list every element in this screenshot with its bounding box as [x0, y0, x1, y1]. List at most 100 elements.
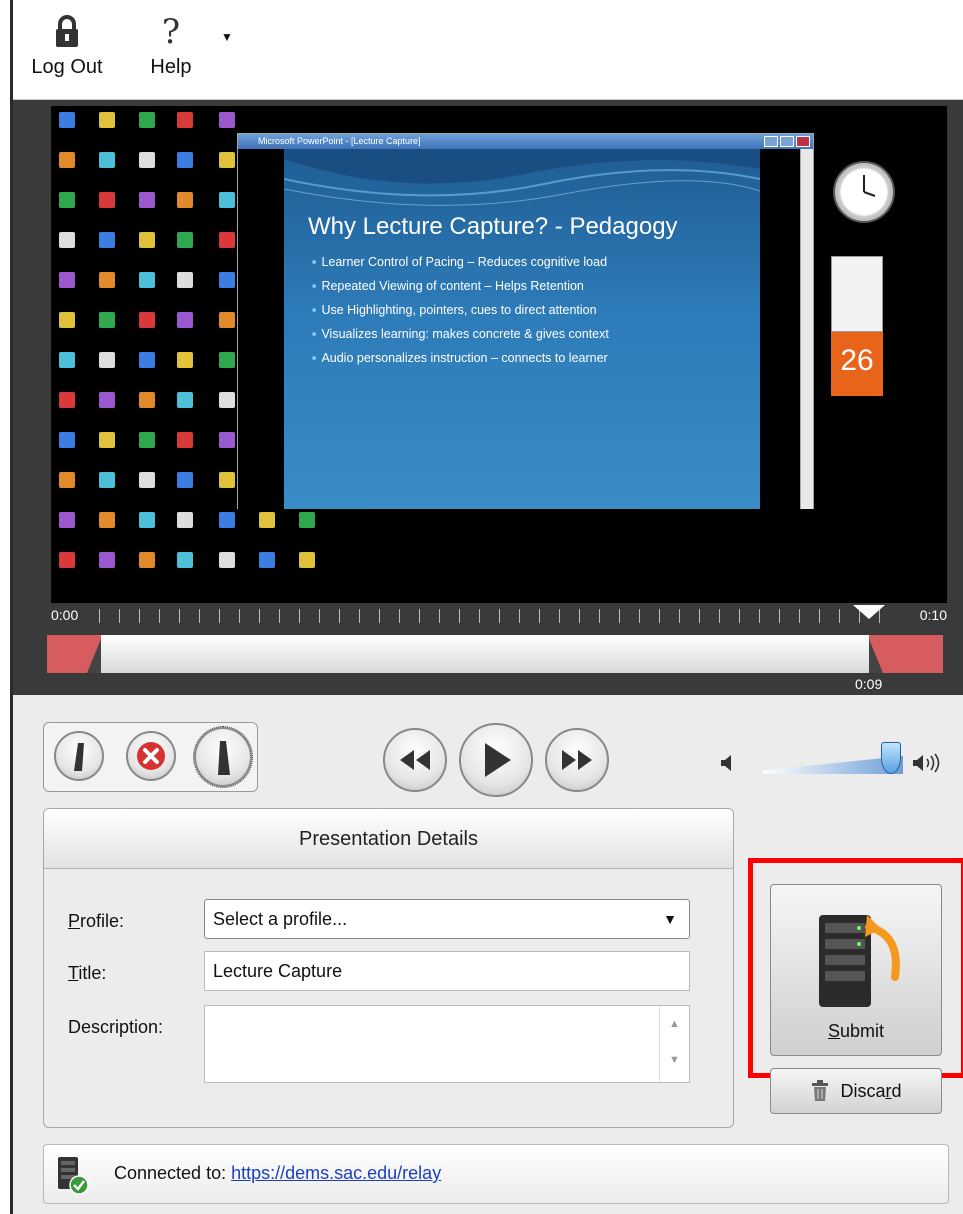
profile-select[interactable]: Select a profile... ▼	[204, 899, 690, 939]
desktop-icon	[59, 472, 75, 488]
server-upload-icon	[819, 915, 900, 1007]
powerpoint-scrollbar	[800, 149, 813, 509]
desktop-icon	[219, 312, 235, 328]
delete-button[interactable]	[126, 731, 176, 781]
desktop-icon	[59, 192, 75, 208]
trim-end-handle[interactable]	[869, 639, 883, 673]
title-label: Title:	[68, 963, 107, 983]
toolbar-dropdown-button[interactable]: ▼	[219, 30, 235, 44]
slide-bullet: Audio personalizes instruction – connect…	[312, 351, 609, 375]
volume-slider-thumb[interactable]	[881, 742, 901, 774]
desktop-icon	[59, 232, 75, 248]
desktop-icon	[259, 512, 275, 528]
powerpoint-title: Microsoft PowerPoint - [Lecture Capture]	[258, 136, 421, 146]
desktop-icon	[59, 552, 75, 568]
desktop-icon	[299, 512, 315, 528]
current-time: 0:09	[855, 676, 883, 692]
description-textarea[interactable]: ▲ ▼	[204, 1005, 690, 1083]
desktop-icon	[139, 432, 155, 448]
desktop-icon	[59, 352, 75, 368]
desktop-icon	[177, 152, 193, 168]
slide-bullet: Visualizes learning: makes concrete & gi…	[312, 327, 608, 351]
desktop-icon	[177, 552, 193, 568]
trim-bar[interactable]	[47, 635, 943, 673]
desktop-icon	[219, 432, 235, 448]
slide: Why Lecture Capture? - Pedagogy Learner …	[284, 149, 760, 509]
server-connected-icon	[58, 1157, 89, 1195]
desktop-icon	[139, 392, 155, 408]
discard-button[interactable]: Discard	[770, 1068, 942, 1114]
desktop-icon	[99, 432, 115, 448]
desktop-icon	[139, 352, 155, 368]
desktop-icon	[177, 432, 193, 448]
desktop-icon	[99, 392, 115, 408]
clock-gadget-icon	[833, 161, 895, 223]
desktop-icon	[177, 512, 193, 528]
desktop-icon	[99, 272, 115, 288]
desktop-icon	[59, 512, 75, 528]
desktop-icon	[59, 112, 75, 128]
desktop-icon	[177, 472, 193, 488]
slide-bullet: Repeated Viewing of content – Helps Rete…	[312, 279, 609, 303]
slide-bullet: Learner Control of Pacing – Reduces cogn…	[312, 255, 609, 279]
help-button[interactable]: ? Help	[141, 8, 201, 79]
desktop-icon	[139, 312, 155, 328]
desktop-icon	[219, 552, 235, 568]
calendar-gadget: 26	[831, 256, 883, 396]
logout-label: Log Out	[31, 56, 103, 78]
volume-low-icon	[719, 753, 733, 778]
help-label: Help	[150, 56, 192, 78]
trim-end-button[interactable]	[193, 726, 253, 788]
desktop-icon	[177, 272, 193, 288]
desktop-icon	[139, 512, 155, 528]
trim-start-button[interactable]	[54, 731, 104, 781]
desktop-icon	[139, 472, 155, 488]
fast-forward-button[interactable]	[545, 728, 609, 792]
desktop-icon	[139, 192, 155, 208]
desktop-icon	[139, 152, 155, 168]
profile-label: Profile:	[68, 911, 125, 931]
presentation-details-panel: Presentation Details Profile: Select a p…	[43, 808, 734, 1128]
timeline-end-time: 0:10	[919, 607, 947, 623]
desktop-icon	[99, 352, 115, 368]
logout-button[interactable]: Log Out	[27, 8, 107, 79]
play-button[interactable]	[459, 723, 533, 797]
desktop-icon	[139, 112, 155, 128]
desktop-icon	[99, 512, 115, 528]
slide-title: Why Lecture Capture? - Pedagogy	[308, 213, 678, 240]
trim-start-handle[interactable]	[87, 639, 101, 673]
desktop-icon	[99, 232, 115, 248]
profile-select-value: Select a profile...	[213, 909, 348, 929]
video-frame[interactable]: Microsoft PowerPoint - [Lecture Capture]…	[51, 106, 947, 603]
toolbar: Log Out ? Help ▼	[13, 0, 963, 100]
desktop-icon	[59, 432, 75, 448]
timeline-start-time: 0:00	[51, 607, 79, 623]
desktop-icon	[139, 272, 155, 288]
rewind-button[interactable]	[383, 728, 447, 792]
desktop-icon	[259, 552, 275, 568]
fast-forward-icon	[562, 750, 592, 770]
desktop-icon	[219, 392, 235, 408]
trim-selected-region	[101, 635, 869, 673]
title-input[interactable]	[204, 951, 690, 991]
presentation-details-header: Presentation Details	[44, 809, 733, 869]
desktop-icon	[177, 232, 193, 248]
desktop-icon	[99, 472, 115, 488]
desktop-icon	[177, 392, 193, 408]
desktop-icon	[59, 272, 75, 288]
connection-status: Connected to: https://dems.sac.edu/relay	[114, 1163, 441, 1184]
discard-label: Discard	[840, 1080, 902, 1101]
submit-button[interactable]: Submit	[770, 884, 942, 1056]
powerpoint-titlebar: Microsoft PowerPoint - [Lecture Capture]	[238, 134, 813, 149]
desktop-icon	[177, 352, 193, 368]
playhead-marker[interactable]	[853, 605, 885, 619]
desktop-icon	[99, 312, 115, 328]
desktop-icon	[177, 112, 193, 128]
lock-icon	[27, 8, 107, 56]
delete-x-icon	[137, 742, 165, 770]
desktop-icon	[99, 112, 115, 128]
question-icon: ?	[161, 12, 181, 52]
timeline-ruler[interactable]: 0:00 0:10	[47, 605, 947, 631]
description-scrollbar[interactable]: ▲ ▼	[659, 1006, 689, 1082]
server-url-link[interactable]: https://dems.sac.edu/relay	[231, 1163, 441, 1183]
